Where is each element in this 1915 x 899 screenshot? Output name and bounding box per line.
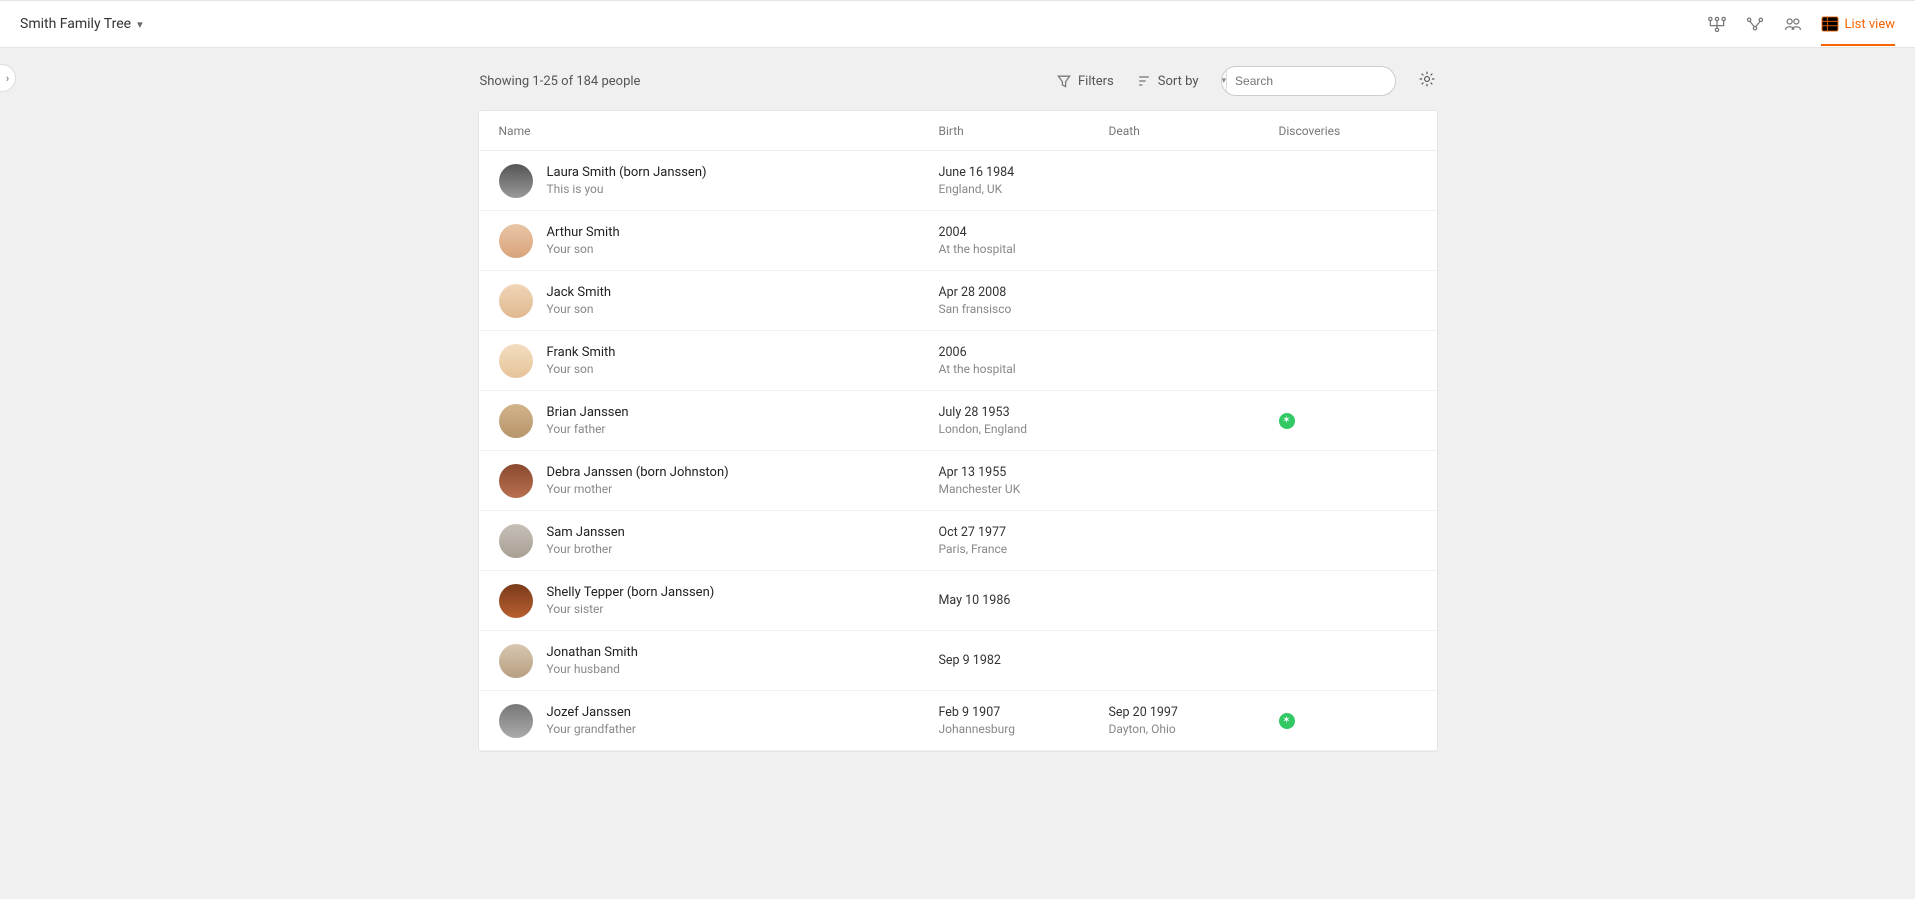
list-view-label: List view bbox=[1845, 17, 1895, 32]
person-row[interactable]: Sam Janssen Your brother Oct 27 1977 Par… bbox=[479, 511, 1437, 571]
tree-title-label: Smith Family Tree bbox=[20, 16, 131, 32]
birth-place: Manchester UK bbox=[939, 482, 1109, 496]
avatar bbox=[499, 464, 533, 498]
person-row[interactable]: Brian Janssen Your father July 28 1953 L… bbox=[479, 391, 1437, 451]
person-name: Sam Janssen bbox=[547, 525, 625, 540]
person-relation: Your son bbox=[547, 242, 620, 256]
avatar bbox=[499, 344, 533, 378]
birth-date: May 10 1986 bbox=[939, 593, 1109, 608]
tree-title-dropdown[interactable]: Smith Family Tree ▾ bbox=[20, 16, 143, 32]
birth-date: Apr 13 1955 bbox=[939, 465, 1109, 480]
person-row[interactable]: Laura Smith (born Janssen) This is you J… bbox=[479, 151, 1437, 211]
death-place: Dayton, Ohio bbox=[1109, 722, 1279, 736]
discovery-badge[interactable]: ✶ bbox=[1279, 413, 1295, 429]
birth-place: At the hospital bbox=[939, 242, 1109, 256]
person-name: Debra Janssen (born Johnston) bbox=[547, 465, 729, 480]
person-relation: Your son bbox=[547, 362, 616, 376]
list-view-button[interactable]: List view bbox=[1821, 16, 1895, 46]
birth-date: 2006 bbox=[939, 345, 1109, 360]
avatar bbox=[499, 224, 533, 258]
birth-place: San fransisco bbox=[939, 302, 1109, 316]
person-row[interactable]: Jonathan Smith Your husband Sep 9 1982 bbox=[479, 631, 1437, 691]
person-relation: Your father bbox=[547, 422, 629, 436]
person-relation: Your grandfather bbox=[547, 722, 636, 736]
person-name: Arthur Smith bbox=[547, 225, 620, 240]
sortby-button[interactable]: Sort by bbox=[1136, 73, 1199, 89]
person-name: Brian Janssen bbox=[547, 405, 629, 420]
person-name: Shelly Tepper (born Janssen) bbox=[547, 585, 715, 600]
person-name: Jozef Janssen bbox=[547, 705, 636, 720]
person-relation: Your husband bbox=[547, 662, 638, 676]
avatar bbox=[499, 704, 533, 738]
filters-button[interactable]: Filters bbox=[1056, 73, 1114, 89]
settings-button[interactable] bbox=[1418, 70, 1436, 92]
person-relation: Your son bbox=[547, 302, 612, 316]
discovery-badge[interactable]: ✶ bbox=[1279, 713, 1295, 729]
chevron-down-icon: ▾ bbox=[137, 18, 143, 31]
birth-date: Feb 9 1907 bbox=[939, 705, 1109, 720]
person-row[interactable]: Arthur Smith Your son 2004 At the hospit… bbox=[479, 211, 1437, 271]
avatar bbox=[499, 284, 533, 318]
birth-place: London, England bbox=[939, 422, 1109, 436]
col-birth-header: Birth bbox=[939, 124, 1109, 138]
person-row[interactable]: Shelly Tepper (born Janssen) Your sister… bbox=[479, 571, 1437, 631]
birth-date: June 16 1984 bbox=[939, 165, 1109, 180]
avatar bbox=[499, 164, 533, 198]
list-header-row: Name Birth Death Discoveries bbox=[479, 111, 1437, 151]
expand-sidebar-tab[interactable]: › bbox=[0, 64, 16, 92]
top-bar: Smith Family Tree ▾ List view bbox=[0, 0, 1915, 48]
pedigree-view-icon[interactable] bbox=[1707, 14, 1727, 34]
col-death-header: Death bbox=[1109, 124, 1279, 138]
birth-place: Paris, France bbox=[939, 542, 1109, 556]
birth-place: At the hospital bbox=[939, 362, 1109, 376]
col-discoveries-header: Discoveries bbox=[1279, 124, 1417, 138]
person-row[interactable]: Jack Smith Your son Apr 28 2008 San fran… bbox=[479, 271, 1437, 331]
avatar bbox=[499, 524, 533, 558]
person-row[interactable]: Frank Smith Your son 2006 At the hospita… bbox=[479, 331, 1437, 391]
person-name: Frank Smith bbox=[547, 345, 616, 360]
person-name: Jonathan Smith bbox=[547, 645, 638, 660]
birth-date: Apr 28 2008 bbox=[939, 285, 1109, 300]
avatar bbox=[499, 584, 533, 618]
avatar bbox=[499, 404, 533, 438]
col-name-header: Name bbox=[499, 124, 939, 138]
person-name: Laura Smith (born Janssen) bbox=[547, 165, 707, 180]
person-relation: Your brother bbox=[547, 542, 625, 556]
person-row[interactable]: Debra Janssen (born Johnston) Your mothe… bbox=[479, 451, 1437, 511]
showing-count-label: Showing 1-25 of 184 people bbox=[480, 74, 641, 89]
chevron-right-icon: › bbox=[6, 72, 9, 85]
person-relation: Your sister bbox=[547, 602, 715, 616]
search-field: ▾ bbox=[1221, 66, 1396, 96]
birth-date: 2004 bbox=[939, 225, 1109, 240]
person-relation: Your mother bbox=[547, 482, 729, 496]
person-row[interactable]: Jozef Janssen Your grandfather Feb 9 190… bbox=[479, 691, 1437, 751]
person-name: Jack Smith bbox=[547, 285, 612, 300]
person-relation: This is you bbox=[547, 182, 707, 196]
birth-date: Sep 9 1982 bbox=[939, 653, 1109, 668]
avatar bbox=[499, 644, 533, 678]
view-toggles: List view bbox=[1707, 14, 1895, 34]
death-date: Sep 20 1997 bbox=[1109, 705, 1279, 720]
family-view-icon[interactable] bbox=[1783, 14, 1803, 34]
birth-place: England, UK bbox=[939, 182, 1109, 196]
people-list: Name Birth Death Discoveries Laura Smith… bbox=[478, 110, 1438, 752]
list-toolbar: Showing 1-25 of 184 people Filters Sort … bbox=[478, 66, 1438, 110]
birth-date: July 28 1953 bbox=[939, 405, 1109, 420]
filters-label: Filters bbox=[1078, 74, 1114, 89]
fan-view-icon[interactable] bbox=[1745, 14, 1765, 34]
sortby-label: Sort by bbox=[1158, 74, 1199, 89]
search-input[interactable] bbox=[1227, 74, 1395, 88]
birth-date: Oct 27 1977 bbox=[939, 525, 1109, 540]
birth-place: Johannesburg bbox=[939, 722, 1109, 736]
